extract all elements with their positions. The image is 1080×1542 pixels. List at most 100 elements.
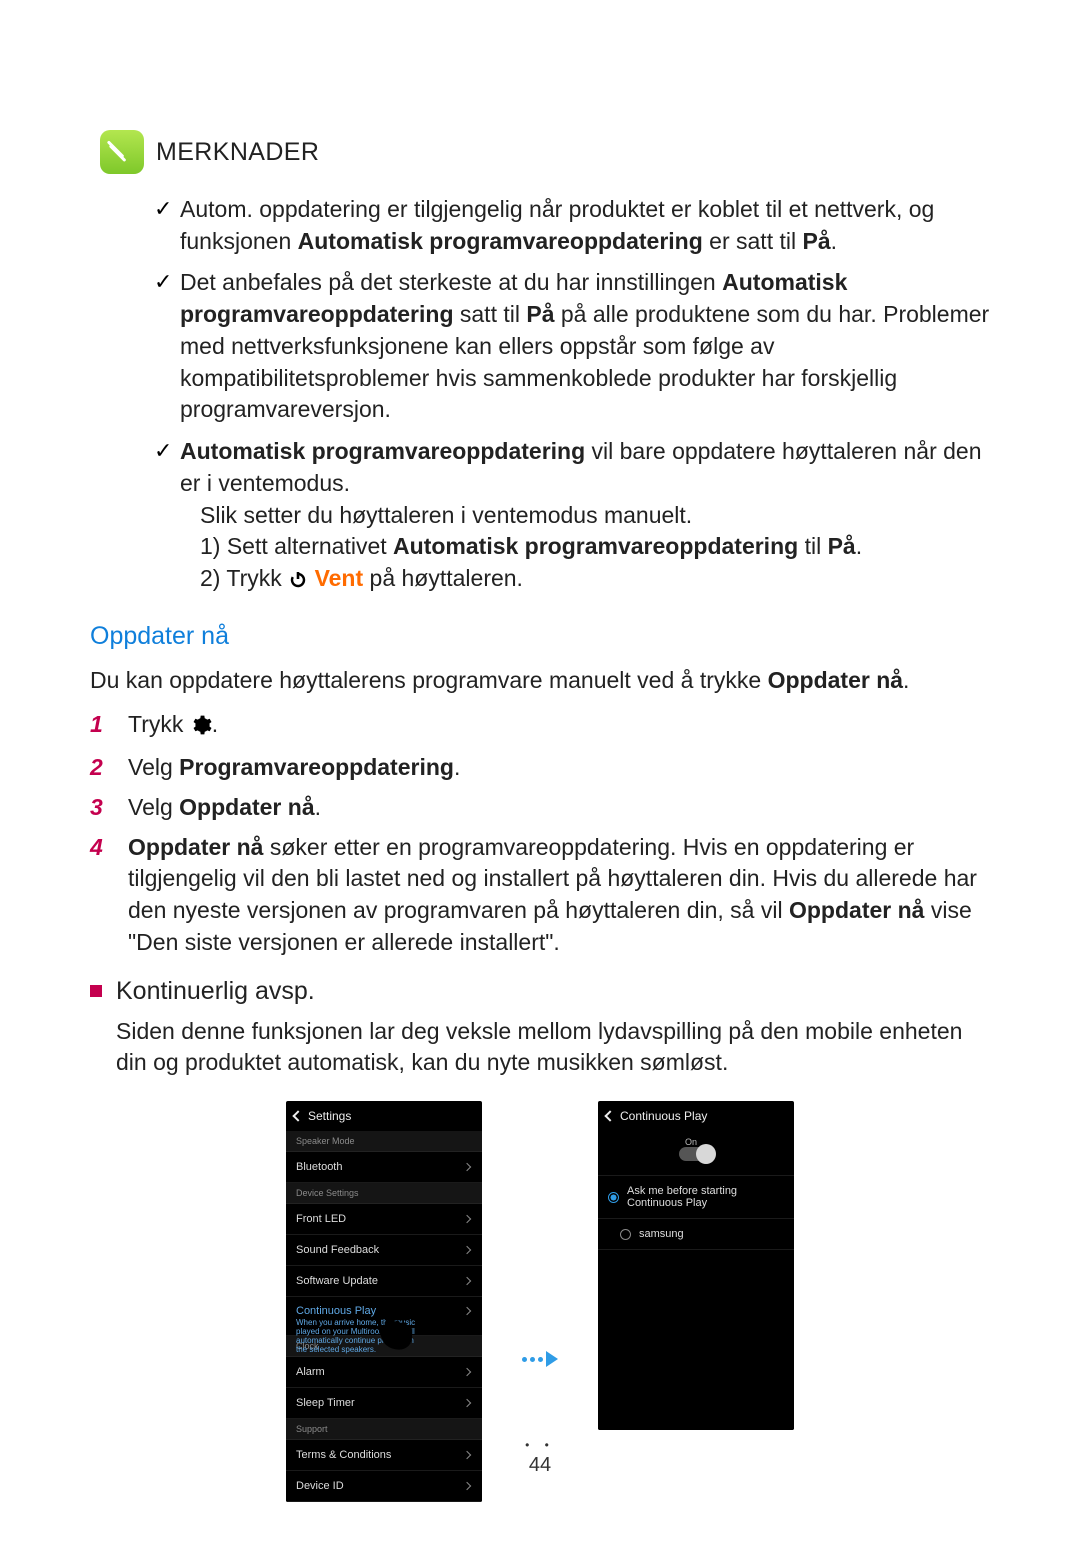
page-footer: • • 44 — [0, 1438, 1080, 1477]
toggle-switch — [679, 1147, 713, 1161]
step-text: Velg Oppdater nå. — [128, 792, 321, 824]
note-text: 2) Trykk — [200, 565, 288, 591]
note-item: Det anbefales på det sterkeste at du har… — [158, 267, 990, 426]
notes-heading: MERKNADER — [156, 138, 319, 167]
dot-icon — [538, 1357, 543, 1362]
chevron-right-icon — [463, 1277, 471, 1285]
note-bold: På — [802, 228, 830, 254]
note-item: Automatisk programvareoppdatering vil ba… — [158, 436, 990, 598]
oppdater-intro: Du kan oppdatere høyttalerens programvar… — [90, 665, 990, 697]
chevron-right-icon — [463, 1399, 471, 1407]
text: Du kan oppdatere høyttalerens programvar… — [90, 667, 768, 693]
gear-icon — [190, 713, 212, 745]
phone-back-header: Settings — [286, 1101, 482, 1131]
page-number: 44 — [529, 1454, 551, 1476]
list-item: Bluetooth — [286, 1152, 482, 1183]
note-text: . — [831, 228, 837, 254]
radio-label: Ask me before starting Continuous Play — [627, 1185, 784, 1209]
list-item: Alarm — [286, 1357, 482, 1388]
step-item: 3 Velg Oppdater nå. — [90, 792, 990, 824]
item-label: Continuous Play — [296, 1305, 376, 1317]
notes-header: MERKNADER — [100, 130, 990, 174]
chevron-right-icon — [463, 1215, 471, 1223]
list-item: Front LED — [286, 1204, 482, 1235]
dot-icon — [522, 1357, 527, 1362]
phone-empty-area — [598, 1250, 794, 1430]
item-label: Sound Feedback — [296, 1244, 379, 1256]
radio-row: samsung — [598, 1219, 794, 1250]
chevron-right-icon — [463, 1307, 471, 1315]
note-substep: 2) Trykk Vent på høyttaleren. — [180, 563, 990, 598]
step-number: 4 — [90, 832, 110, 959]
step-text: Velg Programvareoppdatering. — [128, 752, 460, 784]
radio-row: Ask me before starting Continuous Play — [598, 1176, 794, 1219]
arrowhead-icon — [546, 1351, 558, 1367]
chevron-left-icon — [604, 1110, 615, 1121]
step-number: 3 — [90, 792, 110, 824]
note-line: Slik setter du høyttaleren i ventemodus … — [180, 500, 990, 532]
note-bold: På — [828, 533, 856, 559]
section-title-oppdater: Oppdater nå — [90, 622, 990, 651]
toggle-knob — [696, 1144, 716, 1164]
step-number: 2 — [90, 752, 110, 784]
item-label: Sleep Timer — [296, 1397, 355, 1409]
item-label: Alarm — [296, 1366, 325, 1378]
note-bold: Automatisk programvareoppdatering — [393, 533, 798, 559]
step-number: 1 — [90, 709, 110, 745]
text: Velg — [128, 794, 179, 820]
note-text: er satt til — [703, 228, 803, 254]
text: . — [903, 667, 909, 693]
step-item: 1 Trykk . — [90, 709, 990, 745]
chevron-right-icon — [463, 1246, 471, 1254]
bold: Oppdater nå — [128, 834, 263, 860]
text: Trykk — [128, 711, 190, 737]
bold: Oppdater nå — [768, 667, 903, 693]
note-text: . — [856, 533, 862, 559]
item-label: Front LED — [296, 1213, 346, 1225]
text: . — [454, 754, 460, 780]
item-description: When you arrive home, the music played o… — [296, 1319, 426, 1354]
note-text: Det anbefales på det sterkeste at du har… — [180, 269, 722, 295]
item-label: Bluetooth — [296, 1161, 342, 1173]
section-label: Device Settings — [286, 1183, 482, 1204]
footer-dots-icon: • • — [0, 1438, 1080, 1452]
section-label: Support — [286, 1419, 482, 1440]
radio-label: samsung — [639, 1228, 684, 1240]
text: . — [212, 711, 218, 737]
chevron-right-icon — [463, 1368, 471, 1376]
pencil-note-icon — [100, 130, 144, 174]
note-text: på høyttaleren. — [363, 565, 523, 591]
bold: Programvareoppdatering — [179, 754, 454, 780]
radio-icon — [608, 1192, 619, 1203]
toggle-label: On — [685, 1137, 697, 1147]
section-label: Speaker Mode — [286, 1131, 482, 1152]
toggle-row: On — [598, 1131, 794, 1176]
step-item: 4 Oppdater nå søker etter en programvare… — [90, 832, 990, 959]
phone-header-title: Continuous Play — [620, 1109, 707, 1123]
subsection-kontinuerlig: Kontinuerlig avsp. — [90, 977, 990, 1006]
chevron-right-icon — [463, 1163, 471, 1171]
notes-list: Autom. oppdatering er tilgjengelig når p… — [90, 194, 990, 598]
phone-back-header: Continuous Play — [598, 1101, 794, 1131]
note-bold: Automatisk programvareoppdatering — [180, 438, 585, 464]
note-bold: På — [526, 301, 554, 327]
steps-list: 1 Trykk . 2 Velg Programvareoppdatering.… — [90, 709, 990, 959]
note-text: 1) Sett alternativet — [200, 533, 393, 559]
vent-label: Vent — [315, 565, 364, 591]
bold: Oppdater nå — [179, 794, 314, 820]
step-text: Trykk . — [128, 709, 218, 745]
step-text: Oppdater nå søker etter en programvareop… — [128, 832, 990, 959]
square-bullet-icon — [90, 985, 102, 997]
radio-icon — [620, 1229, 631, 1240]
phone-header-title: Settings — [308, 1109, 351, 1123]
list-item-continuous-play: Continuous Play When you arrive home, th… — [286, 1297, 482, 1336]
note-text: til — [798, 533, 827, 559]
power-icon — [288, 566, 308, 598]
text: . — [315, 794, 321, 820]
note-substep: 1) Sett alternativet Automatisk programv… — [180, 531, 990, 563]
list-item: Sound Feedback — [286, 1235, 482, 1266]
subsection-body: Siden denne funksjonen lar deg veksle me… — [116, 1016, 990, 1079]
flow-arrow-icon — [522, 1351, 558, 1367]
list-item: Software Update — [286, 1266, 482, 1297]
step-item: 2 Velg Programvareoppdatering. — [90, 752, 990, 784]
